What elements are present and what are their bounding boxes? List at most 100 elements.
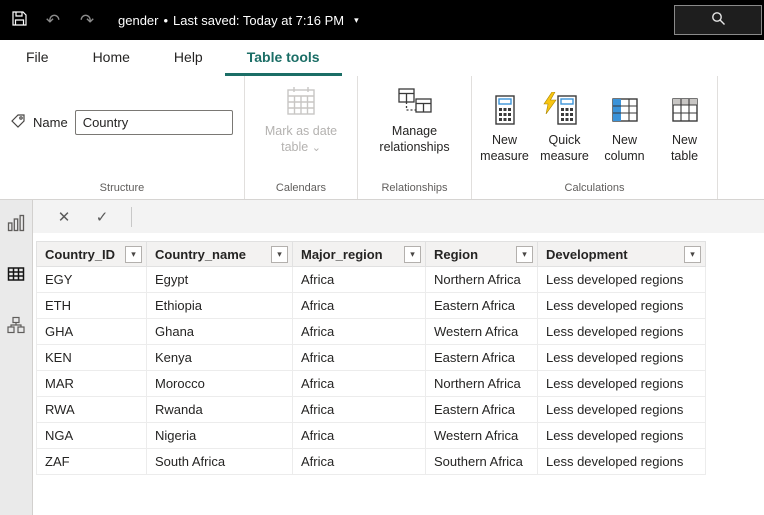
manage-relationships-button[interactable]: Manage relationships <box>358 76 471 156</box>
table-cell[interactable]: Eastern Africa <box>425 292 538 319</box>
tag-icon <box>10 113 26 132</box>
table-cell[interactable]: NGA <box>36 422 147 449</box>
table-cell[interactable]: Less developed regions <box>537 266 706 293</box>
table-cell[interactable]: Morocco <box>146 370 293 397</box>
tab-file[interactable]: File <box>4 40 71 76</box>
new-measure-label: New measure <box>480 133 529 164</box>
table-cell[interactable]: Africa <box>292 292 426 319</box>
search-box[interactable] <box>674 5 762 35</box>
table-cell[interactable]: Egypt <box>146 266 293 293</box>
column-header-major-region[interactable]: Major_region ▾ <box>292 241 426 267</box>
table-cell[interactable]: EGY <box>36 266 147 293</box>
table-cell[interactable]: Africa <box>292 448 426 475</box>
header-row: Country_ID ▾ Country_name ▾ Major_region… <box>36 241 706 267</box>
table-cell[interactable]: Africa <box>292 344 426 371</box>
chevron-down-icon: ▾ <box>354 14 359 25</box>
column-header-country-name[interactable]: Country_name ▾ <box>146 241 293 267</box>
tab-home[interactable]: Home <box>71 40 152 76</box>
column-header-region[interactable]: Region ▾ <box>425 241 538 267</box>
column-filter-button[interactable]: ▾ <box>125 245 142 263</box>
tab-table-tools[interactable]: Table tools <box>224 40 342 76</box>
ribbon-group-structure: Name Structure <box>0 76 245 199</box>
tab-help[interactable]: Help <box>152 40 225 76</box>
ribbon-filler <box>718 76 764 199</box>
mark-as-date-table-button[interactable]: Mark as date table ⌄ <box>245 76 357 156</box>
report-view-icon <box>7 214 25 237</box>
table-cell[interactable]: South Africa <box>146 448 293 475</box>
commit-button[interactable]: ✓ <box>83 200 121 233</box>
data-view-button[interactable] <box>4 264 28 288</box>
table-cell[interactable]: Less developed regions <box>537 422 706 449</box>
dropdown-caret-icon: ▾ <box>522 248 527 259</box>
lightning-icon <box>542 91 557 117</box>
table-cell[interactable]: Eastern Africa <box>425 344 538 371</box>
group-label-relationships: Relationships <box>381 182 448 194</box>
save-button[interactable] <box>2 0 36 40</box>
new-table-button[interactable]: New table <box>656 85 714 165</box>
table-cell[interactable]: GHA <box>36 318 147 345</box>
table-cell[interactable]: MAR <box>36 370 147 397</box>
column-filter-button[interactable]: ▾ <box>404 245 421 263</box>
column-filter-button[interactable]: ▾ <box>271 245 288 263</box>
table-cell[interactable]: Eastern Africa <box>425 396 538 423</box>
table-cell[interactable]: Rwanda <box>146 396 293 423</box>
table-cell[interactable]: Africa <box>292 422 426 449</box>
quick-measure-button[interactable]: Quick measure <box>536 85 594 165</box>
table-cell[interactable]: Nigeria <box>146 422 293 449</box>
column-header-country-id[interactable]: Country_ID ▾ <box>36 241 147 267</box>
table-cell[interactable]: Northern Africa <box>425 266 538 293</box>
table-cell[interactable]: Western Africa <box>425 422 538 449</box>
table-cell[interactable]: Less developed regions <box>537 370 706 397</box>
table-cell[interactable]: Kenya <box>146 344 293 371</box>
table-row: RWA Rwanda Africa Eastern Africa Less de… <box>36 396 706 423</box>
new-column-button[interactable]: New column <box>596 85 654 165</box>
table-cell[interactable]: ETH <box>36 292 147 319</box>
table-cell[interactable]: Africa <box>292 266 426 293</box>
main-area: ✕ ✓ Country_ID ▾ Country_name ▾ Major_re… <box>0 200 764 515</box>
dropdown-caret-icon: ▾ <box>131 248 136 259</box>
table-cell[interactable]: Africa <box>292 396 426 423</box>
table-row: KEN Kenya Africa Eastern Africa Less dev… <box>36 344 706 371</box>
table-cell[interactable]: Western Africa <box>425 318 538 345</box>
report-view-button[interactable] <box>4 213 28 237</box>
table-cell[interactable]: ZAF <box>36 448 147 475</box>
table-cell[interactable]: Ethiopia <box>146 292 293 319</box>
new-measure-button[interactable]: New measure <box>476 85 534 165</box>
ribbon-group-relationships: Manage relationships Relationships <box>358 76 472 199</box>
table-cell[interactable]: Less developed regions <box>537 448 706 475</box>
table-cell[interactable]: Africa <box>292 370 426 397</box>
table-cell[interactable]: Ghana <box>146 318 293 345</box>
data-grid-container: Country_ID ▾ Country_name ▾ Major_region… <box>33 233 764 475</box>
table-name-input[interactable] <box>74 110 233 135</box>
column-header-development[interactable]: Development ▾ <box>537 241 706 267</box>
quick-measure-label: Quick measure <box>540 133 589 164</box>
ribbon-tabs: File Home Help Table tools <box>0 40 764 76</box>
table-cell[interactable]: Africa <box>292 318 426 345</box>
redo-button[interactable]: ↷ <box>70 0 104 40</box>
table-row: EGY Egypt Africa Northern Africa Less de… <box>36 266 706 293</box>
cancel-icon: ✕ <box>57 208 71 226</box>
save-icon <box>11 10 28 30</box>
document-title[interactable]: gender • Last saved: Today at 7:16 PM ▾ <box>118 13 359 28</box>
table-cell[interactable]: KEN <box>36 344 147 371</box>
dropdown-caret-icon: ▾ <box>277 248 282 259</box>
column-filter-button[interactable]: ▾ <box>516 245 533 263</box>
column-filter-button[interactable]: ▾ <box>684 245 701 263</box>
data-view-icon <box>7 265 25 288</box>
data-table: Country_ID ▾ Country_name ▾ Major_region… <box>36 241 706 475</box>
table-cell[interactable]: Southern Africa <box>425 448 538 475</box>
undo-button[interactable]: ↶ <box>36 0 70 40</box>
cancel-button[interactable]: ✕ <box>45 200 83 233</box>
model-view-button[interactable] <box>4 315 28 339</box>
table-cell[interactable]: RWA <box>36 396 147 423</box>
table-cell[interactable]: Less developed regions <box>537 344 706 371</box>
table-cell[interactable]: Less developed regions <box>537 292 706 319</box>
table-cell[interactable]: Northern Africa <box>425 370 538 397</box>
last-saved-text: Last saved: Today at 7:16 PM <box>173 12 345 28</box>
column-header-label: Country_name <box>155 246 247 262</box>
table-row: NGA Nigeria Africa Western Africa Less d… <box>36 422 706 449</box>
table-cell[interactable]: Less developed regions <box>537 318 706 345</box>
ribbon: Name Structure Mark as date table ⌄ Cale… <box>0 76 764 200</box>
table-cell[interactable]: Less developed regions <box>537 396 706 423</box>
group-label-structure: Structure <box>99 182 145 194</box>
